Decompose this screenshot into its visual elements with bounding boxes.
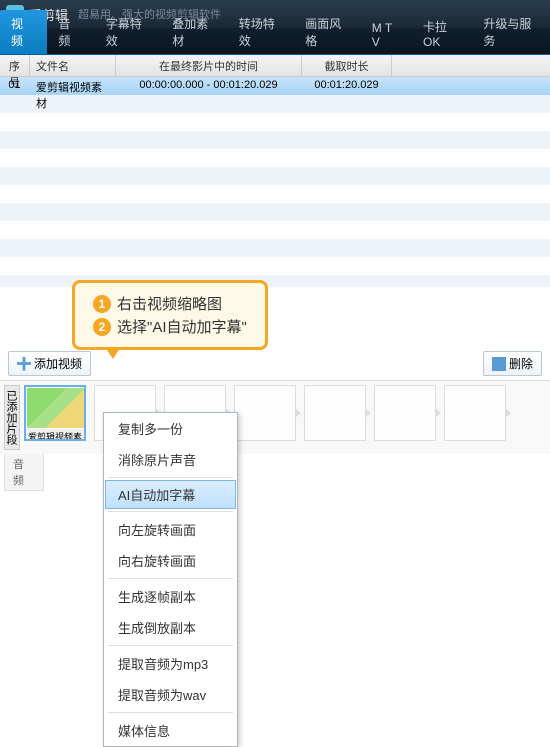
table-row[interactable] xyxy=(0,221,550,239)
table-row[interactable] xyxy=(0,257,550,275)
main-tabs: 视 频音 频字幕特效叠加素材转场特效画面风格M T V卡拉OK升级与服务 xyxy=(0,28,550,55)
table-row[interactable] xyxy=(0,167,550,185)
menu-separator xyxy=(108,578,233,579)
tab-2[interactable]: 字幕特效 xyxy=(95,10,162,54)
clip-toolbar: 添加视频 删除 xyxy=(0,347,550,380)
tab-4[interactable]: 转场特效 xyxy=(228,10,295,54)
col-header-time: 在最终影片中的时间 xyxy=(116,55,302,76)
table-row[interactable] xyxy=(0,239,550,257)
col-header-dur: 截取时长 xyxy=(302,55,392,76)
menu-item[interactable]: 消除原片声音 xyxy=(104,444,237,475)
empty-slot[interactable] xyxy=(374,385,436,441)
callout-pointer-icon xyxy=(105,347,121,359)
table-row[interactable] xyxy=(0,131,550,149)
tab-8[interactable]: 升级与服务 xyxy=(472,10,550,54)
tab-1[interactable]: 音 频 xyxy=(47,10,94,54)
col-header-name: 文件名 xyxy=(30,55,116,76)
table-row[interactable]: 01爱剪辑视频素材00:00:00.000 - 00:01:20.02900:0… xyxy=(0,77,550,95)
menu-item[interactable]: 提取音频为wav xyxy=(104,679,237,710)
step-text-2: 选择"AI自动加字幕" xyxy=(117,316,247,337)
clip-strip: 已添加片段 爱剪辑视频素材 xyxy=(0,380,550,454)
menu-separator xyxy=(108,645,233,646)
menu-item[interactable]: 提取音频为mp3 xyxy=(104,648,237,679)
menu-item[interactable]: 生成倒放副本 xyxy=(104,612,237,643)
audio-tab[interactable]: 音 频 xyxy=(4,454,44,491)
table-row[interactable] xyxy=(0,185,550,203)
add-video-button[interactable]: 添加视频 xyxy=(8,351,91,376)
instruction-callout: 1 右击视频缩略图 2 选择"AI自动加字幕" xyxy=(72,280,268,350)
empty-slot[interactable] xyxy=(234,385,296,441)
empty-slot[interactable] xyxy=(444,385,506,441)
menu-item[interactable]: 生成逐帧副本 xyxy=(104,581,237,612)
tab-5[interactable]: 画面风格 xyxy=(294,10,361,54)
table-body: 01爱剪辑视频素材00:00:00.000 - 00:01:20.02900:0… xyxy=(0,77,550,287)
table-row[interactable] xyxy=(0,95,550,113)
add-label: 添加视频 xyxy=(34,355,82,372)
tab-0[interactable]: 视 频 xyxy=(0,10,47,54)
col-header-num: 序号 xyxy=(0,55,30,76)
thumbnail-image xyxy=(27,388,85,428)
video-thumbnail[interactable]: 爱剪辑视频素材 xyxy=(24,385,86,441)
menu-item[interactable]: AI自动加字幕 xyxy=(105,480,236,509)
thumbnail-label: 爱剪辑视频素材 xyxy=(26,429,84,441)
step-badge-2: 2 xyxy=(93,318,111,336)
table-row[interactable] xyxy=(0,149,550,167)
tab-7[interactable]: 卡拉OK xyxy=(412,13,472,54)
menu-item[interactable]: 向左旋转画面 xyxy=(104,514,237,545)
context-menu: 复制多一份消除原片声音 AI自动加字幕向左旋转画面向右旋转画面生成逐帧副本生成倒放… xyxy=(103,412,238,747)
tab-3[interactable]: 叠加素材 xyxy=(161,10,228,54)
trash-icon xyxy=(492,357,506,371)
menu-separator xyxy=(108,511,233,512)
menu-item[interactable]: 复制多一份 xyxy=(104,413,237,444)
table-row[interactable] xyxy=(0,203,550,221)
add-icon xyxy=(17,357,31,371)
menu-separator xyxy=(108,712,233,713)
strip-side-label: 已添加片段 xyxy=(4,385,20,450)
delete-label: 删除 xyxy=(509,355,533,372)
step-text-1: 右击视频缩略图 xyxy=(117,293,222,314)
step-badge-1: 1 xyxy=(93,295,111,313)
menu-separator xyxy=(108,477,233,478)
menu-item[interactable]: 媒体信息 xyxy=(104,715,237,746)
empty-slot[interactable] xyxy=(304,385,366,441)
delete-button[interactable]: 删除 xyxy=(483,351,542,376)
tab-6[interactable]: M T V xyxy=(361,16,412,54)
table-row[interactable] xyxy=(0,113,550,131)
table-header: 序号 文件名 在最终影片中的时间 截取时长 xyxy=(0,55,550,77)
menu-item[interactable]: 向右旋转画面 xyxy=(104,545,237,576)
